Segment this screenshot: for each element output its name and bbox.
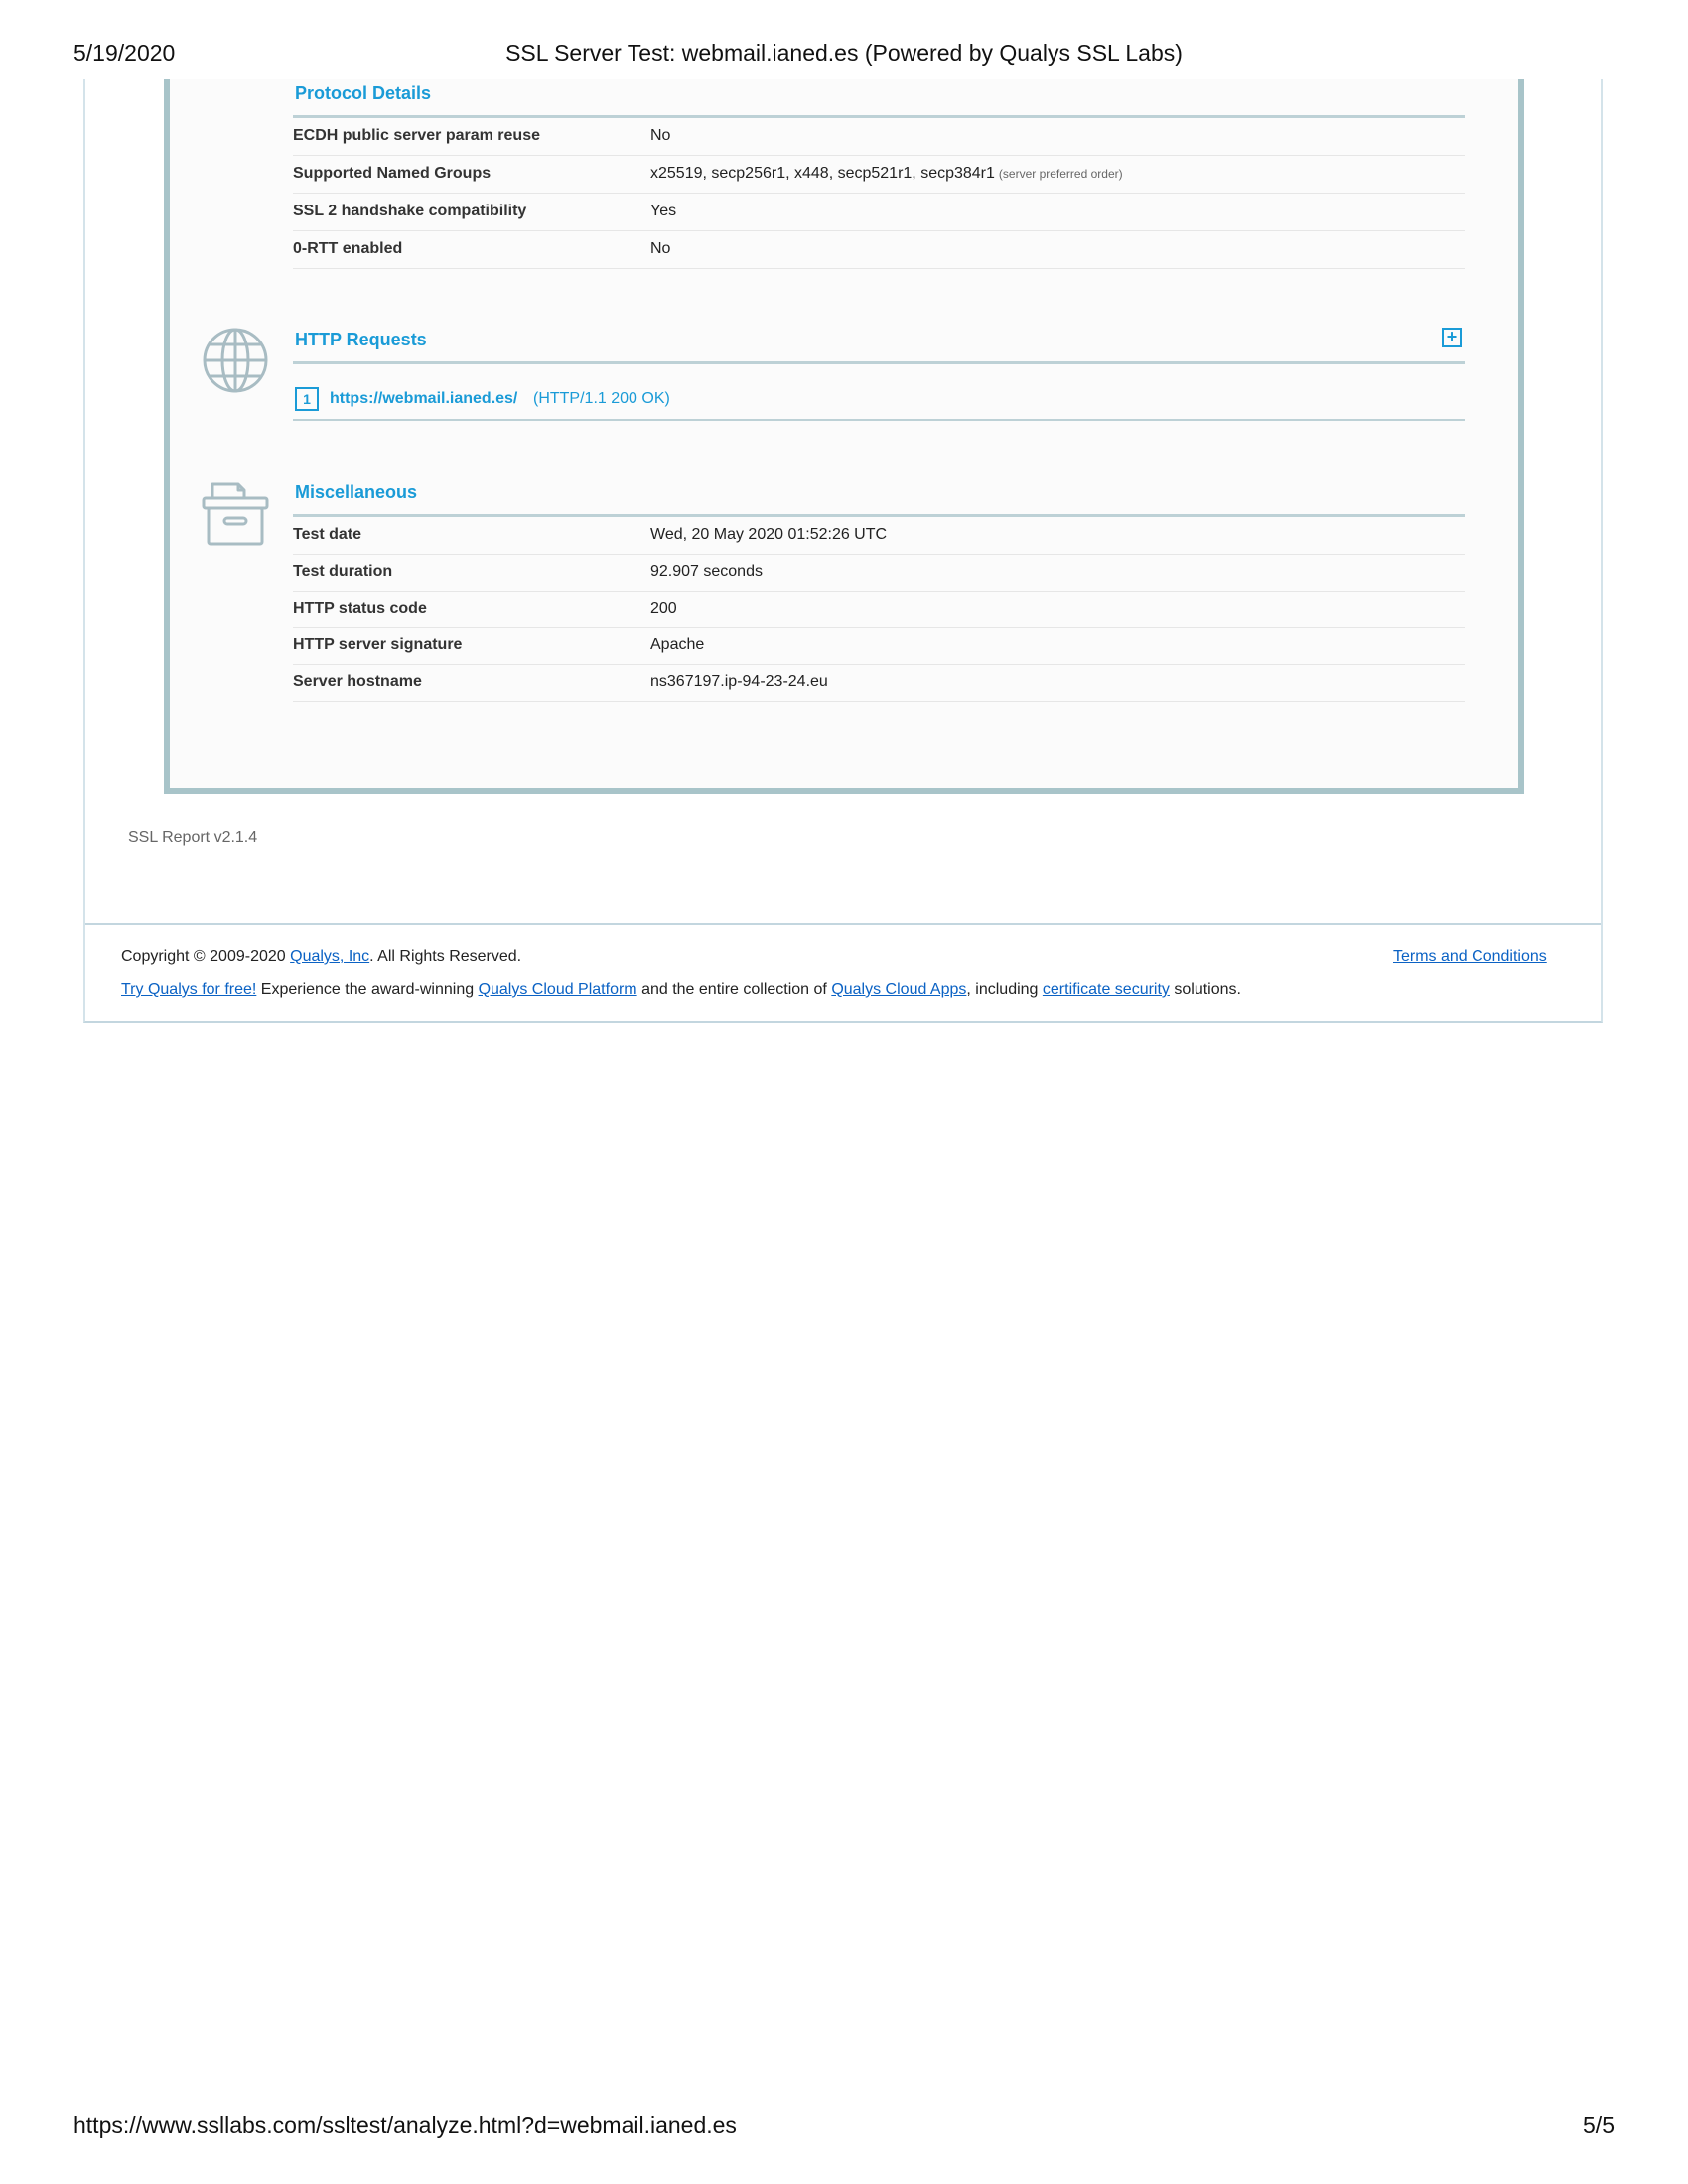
row-label: Test duration [293, 563, 393, 580]
print-url: https://www.ssllabs.com/ssltest/analyze.… [73, 2113, 737, 2138]
promo-text: Try Qualys for free! Experience the awar… [121, 981, 1241, 998]
miscellaneous-title: Miscellaneous [295, 482, 418, 502]
row-value: No [650, 240, 671, 257]
terms-and-conditions-link[interactable]: Terms and Conditions [1393, 948, 1547, 966]
certificate-security-link[interactable]: certificate security [1043, 981, 1170, 998]
row-label: HTTP server signature [293, 636, 463, 653]
row-note: (server preferred order) [998, 167, 1123, 181]
row-value: 92.907 seconds [650, 563, 763, 580]
qualys-inc-link[interactable]: Qualys, Inc [290, 948, 369, 965]
request-status: (HTTP/1.1 200 OK) [533, 390, 670, 407]
row-value: Yes [650, 203, 677, 219]
row-value: ns367197.ip-94-23-24.eu [650, 673, 828, 690]
table-row: HTTP server signature Apache [293, 627, 1465, 665]
globe-icon [203, 328, 268, 393]
protocol-details-title: Protocol Details [295, 83, 432, 103]
row-label: Supported Named Groups [293, 165, 492, 182]
row-value: No [650, 127, 671, 144]
row-value: Apache [650, 636, 705, 653]
print-title: SSL Server Test: webmail.ianed.es (Power… [505, 40, 1183, 66]
row-value: Wed, 20 May 2020 01:52:26 UTC [650, 526, 888, 543]
qualys-cloud-platform-link[interactable]: Qualys Cloud Platform [479, 981, 637, 998]
table-row: Supported Named Groups x25519, secp256r1… [293, 156, 1465, 194]
table-row: ECDH public server param reuse No [293, 118, 1465, 156]
row-label: HTTP status code [293, 600, 427, 616]
copyright-text: Copyright © 2009-2020 Qualys, Inc. All R… [121, 948, 522, 965]
row-value: 200 [650, 600, 677, 616]
try-qualys-link[interactable]: Try Qualys for free! [121, 981, 256, 998]
table-row: Test date Wed, 20 May 2020 01:52:26 UTC [293, 517, 1465, 555]
print-header: 5/19/2020 SSL Server Test: webmail.ianed… [0, 40, 1688, 69]
table-row: Server hostname ns367197.ip-94-23-24.eu [293, 664, 1465, 702]
archive-box-icon [202, 482, 269, 546]
list-item: 1 https://webmail.ianed.es/ (HTTP/1.1 20… [293, 385, 1465, 421]
print-page-number: 5/5 [1583, 2113, 1615, 2138]
row-value: x25519, secp256r1, x448, secp521r1, secp… [650, 165, 1123, 182]
table-row: Test duration 92.907 seconds [293, 554, 1465, 592]
request-number: 1 [295, 387, 319, 411]
request-url-link[interactable]: https://webmail.ianed.es/ [330, 390, 517, 408]
qualys-cloud-apps-link[interactable]: Qualys Cloud Apps [831, 981, 966, 998]
http-requests-title: HTTP Requests [295, 330, 427, 349]
report-version: SSL Report v2.1.4 [128, 829, 258, 846]
expand-plus-icon[interactable]: + [1442, 328, 1462, 347]
http-requests-rule [293, 361, 1465, 364]
row-label: SSL 2 handshake compatibility [293, 203, 527, 219]
table-row: SSL 2 handshake compatibility Yes [293, 194, 1465, 231]
table-row: HTTP status code 200 [293, 591, 1465, 628]
table-row: 0-RTT enabled No [293, 231, 1465, 269]
row-label: Server hostname [293, 673, 422, 690]
row-label: ECDH public server param reuse [293, 127, 540, 144]
footer-divider [85, 923, 1601, 925]
row-label: Test date [293, 526, 362, 543]
row-label: 0-RTT enabled [293, 240, 403, 257]
